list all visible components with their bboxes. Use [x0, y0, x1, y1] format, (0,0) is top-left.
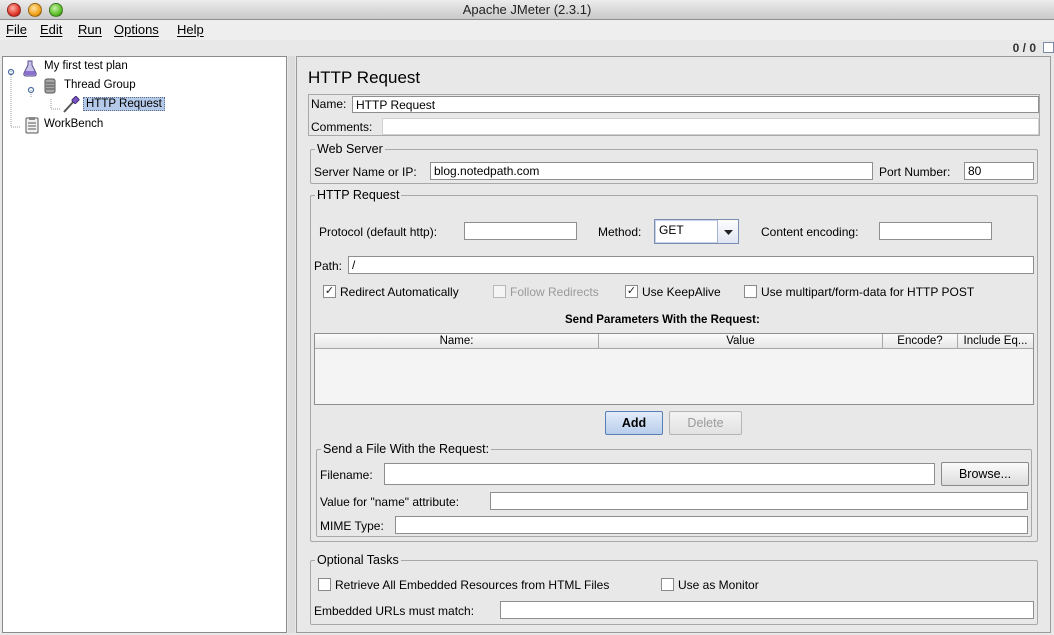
content-encoding-label: Content encoding:	[761, 225, 859, 239]
tree-item-http-request[interactable]: HTTP Request	[83, 97, 165, 111]
use-keepalive-label: Use KeepAlive	[642, 285, 721, 299]
retrieve-embedded-label: Retrieve All Embedded Resources from HTM…	[335, 578, 610, 592]
send-file-legend: Send a File With the Request:	[321, 442, 492, 456]
multipart-label: Use multipart/form-data for HTTP POST	[761, 285, 975, 299]
clipboard-icon	[23, 116, 41, 134]
embedded-urls-label: Embedded URLs must match:	[314, 604, 475, 618]
method-label: Method:	[598, 225, 642, 239]
mime-type-label: MIME Type:	[320, 519, 384, 533]
split-pane-divider[interactable]	[288, 56, 295, 633]
menu-options[interactable]: Options	[114, 22, 159, 37]
tree-item-workbench[interactable]: WorkBench	[44, 118, 103, 130]
parameters-title: Send Parameters With the Request:	[565, 314, 760, 326]
menu-file[interactable]: File	[6, 22, 27, 37]
browse-button[interactable]: Browse...	[941, 462, 1029, 486]
path-input[interactable]: /	[348, 256, 1034, 274]
menu-help[interactable]: Help	[177, 22, 204, 37]
mime-type-input[interactable]	[395, 516, 1028, 534]
protocol-input[interactable]	[464, 222, 577, 240]
window-title: Apache JMeter (2.3.1)	[462, 2, 592, 17]
name-field[interactable]: HTTP Request	[352, 96, 1039, 113]
use-as-monitor-checkbox[interactable]	[661, 578, 674, 591]
menu-edit[interactable]: Edit	[40, 22, 62, 37]
web-server-legend: Web Server	[315, 142, 385, 156]
tree-expand-handle-test-plan[interactable]	[7, 65, 15, 76]
active-threads-counter: 0 / 0	[1012, 41, 1036, 55]
column-header-encode[interactable]: Encode?	[883, 334, 958, 349]
column-header-include-equals[interactable]: Include Eq...	[958, 334, 1033, 349]
content-encoding-input[interactable]	[879, 222, 992, 240]
port-input[interactable]: 80	[964, 162, 1034, 180]
flask-icon	[21, 59, 39, 77]
http-request-legend: HTTP Request	[315, 188, 402, 202]
tree-item-thread-group[interactable]: Thread Group	[64, 79, 136, 91]
method-select-value: GET	[659, 223, 684, 237]
use-keepalive-checkbox[interactable]: ✓	[625, 285, 638, 298]
column-header-name[interactable]: Name:	[315, 334, 599, 349]
use-as-monitor-label: Use as Monitor	[678, 578, 759, 592]
status-indicator-icon	[1043, 42, 1054, 53]
follow-redirects-label: Follow Redirects	[510, 285, 599, 299]
redirect-automatically-label: Redirect Automatically	[340, 285, 459, 299]
name-label: Name:	[311, 97, 347, 111]
delete-parameter-button[interactable]: Delete	[669, 411, 742, 435]
port-label: Port Number:	[879, 165, 951, 179]
path-label: Path:	[314, 259, 343, 273]
pipette-icon	[61, 96, 81, 114]
comments-label: Comments:	[311, 120, 373, 134]
name-attribute-input[interactable]	[490, 492, 1028, 510]
comments-field[interactable]	[382, 118, 1039, 135]
server-name-input[interactable]: blog.notedpath.com	[430, 162, 873, 180]
column-header-value[interactable]: Value	[599, 334, 883, 349]
page-title: HTTP Request	[308, 68, 421, 87]
filename-input[interactable]	[384, 463, 935, 485]
multipart-checkbox[interactable]	[744, 285, 757, 298]
tree-expand-handle-thread-group[interactable]	[27, 83, 35, 94]
protocol-label: Protocol (default http):	[319, 225, 438, 239]
chevron-down-icon[interactable]	[717, 220, 738, 243]
server-label: Server Name or IP:	[314, 165, 417, 179]
embedded-urls-input[interactable]	[500, 601, 1034, 619]
name-attribute-label: Value for "name" attribute:	[320, 495, 460, 509]
test-plan-tree[interactable]: My first test plan Thread Group HTTP Req…	[2, 56, 287, 633]
add-parameter-button[interactable]: Add	[605, 411, 663, 435]
menu-run[interactable]: Run	[78, 22, 102, 37]
redirect-automatically-checkbox[interactable]: ✓	[323, 285, 336, 298]
follow-redirects-checkbox[interactable]	[493, 285, 506, 298]
spool-icon	[41, 77, 59, 95]
filename-label: Filename:	[320, 468, 373, 482]
retrieve-embedded-checkbox[interactable]	[318, 578, 331, 591]
optional-tasks-legend: Optional Tasks	[315, 553, 401, 567]
parameters-table[interactable]: Name: Value Encode? Include Eq...	[314, 333, 1034, 405]
tree-item-test-plan[interactable]: My first test plan	[44, 60, 128, 72]
